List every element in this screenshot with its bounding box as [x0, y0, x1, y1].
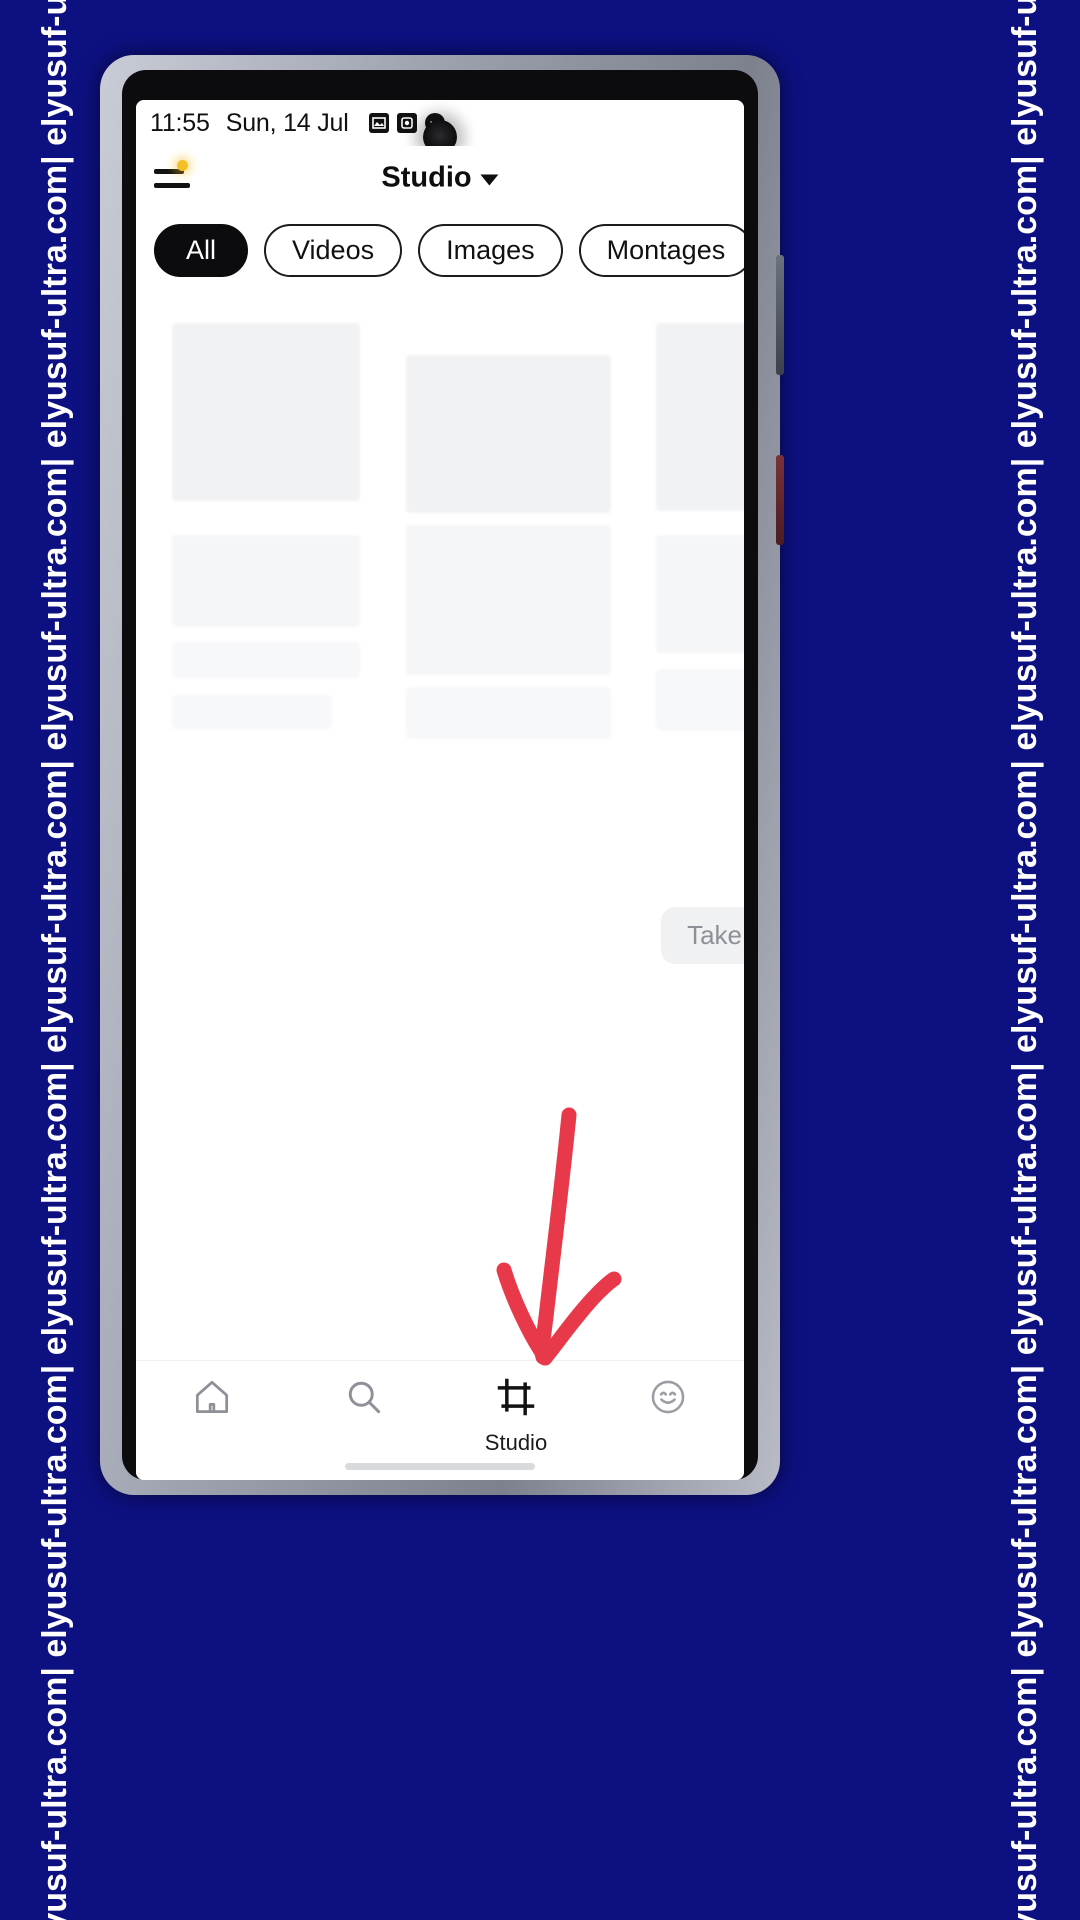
skeleton-tile	[172, 323, 360, 501]
home-indicator	[345, 1463, 535, 1470]
studio-dropdown-title[interactable]: Studio	[381, 161, 499, 195]
page-title: Studio	[381, 161, 472, 194]
status-time: 11:55	[150, 108, 210, 137]
nav-item-home[interactable]	[136, 1375, 288, 1430]
phone-screen: 11:55 Sun, 14 Jul Studio All Videos Imag…	[136, 100, 744, 1480]
skeleton-tile	[656, 535, 744, 653]
screenshot-icon	[396, 113, 417, 133]
skeleton-tile	[172, 642, 360, 678]
chip-all[interactable]: All	[154, 224, 249, 277]
nav-item-studio[interactable]: Studio	[440, 1375, 592, 1456]
take-button-partial[interactable]: Take	[661, 907, 744, 964]
home-icon	[190, 1375, 234, 1424]
nav-item-search[interactable]	[288, 1375, 440, 1430]
skeleton-tile	[656, 669, 744, 731]
chip-images[interactable]: Images	[418, 224, 563, 277]
chevron-down-icon	[480, 174, 499, 186]
skeleton-tile	[406, 355, 611, 513]
phone-bezel: 11:55 Sun, 14 Jul Studio All Videos Imag…	[122, 70, 758, 1480]
photo-icon	[368, 113, 389, 133]
skeleton-tile	[656, 323, 744, 511]
nav-label-studio: Studio	[484, 1430, 548, 1455]
app-bar: Studio	[136, 146, 744, 210]
menu-notification-badge	[177, 160, 188, 171]
watermark-right: elyusuf-ultra.com| elyusuf-ultra.com| el…	[970, 0, 1080, 1920]
watermark-left-text: elyusuf-ultra.com| elyusuf-ultra.com| el…	[36, 0, 74, 1920]
search-icon	[342, 1375, 386, 1424]
status-date: Sun, 14 Jul	[225, 108, 349, 137]
status-bar: 11:55 Sun, 14 Jul	[136, 100, 744, 154]
volume-button[interactable]	[776, 255, 784, 375]
chip-videos[interactable]: Videos	[264, 224, 403, 277]
bottom-navigation-bar: Studio	[136, 1360, 744, 1480]
watermark-right-text: elyusuf-ultra.com| elyusuf-ultra.com| el…	[1006, 0, 1044, 1920]
crop-frame-icon	[494, 1375, 538, 1424]
skeleton-tile	[172, 535, 360, 627]
content-area: Take	[136, 287, 744, 1337]
filter-chips-row[interactable]: All Videos Images Montages Collages	[136, 210, 744, 287]
power-button[interactable]	[776, 455, 784, 545]
hamburger-menu-icon[interactable]	[154, 160, 194, 195]
skeleton-tile	[406, 525, 611, 675]
skeleton-tile	[172, 695, 332, 729]
chip-montages[interactable]: Montages	[578, 224, 744, 277]
skeleton-tile	[406, 687, 611, 739]
watermark-left: elyusuf-ultra.com| elyusuf-ultra.com| el…	[0, 0, 110, 1920]
nav-item-profile[interactable]	[592, 1375, 744, 1430]
phone-device: 11:55 Sun, 14 Jul Studio All Videos Imag…	[100, 55, 784, 1495]
smiley-avatar-icon	[646, 1375, 690, 1424]
